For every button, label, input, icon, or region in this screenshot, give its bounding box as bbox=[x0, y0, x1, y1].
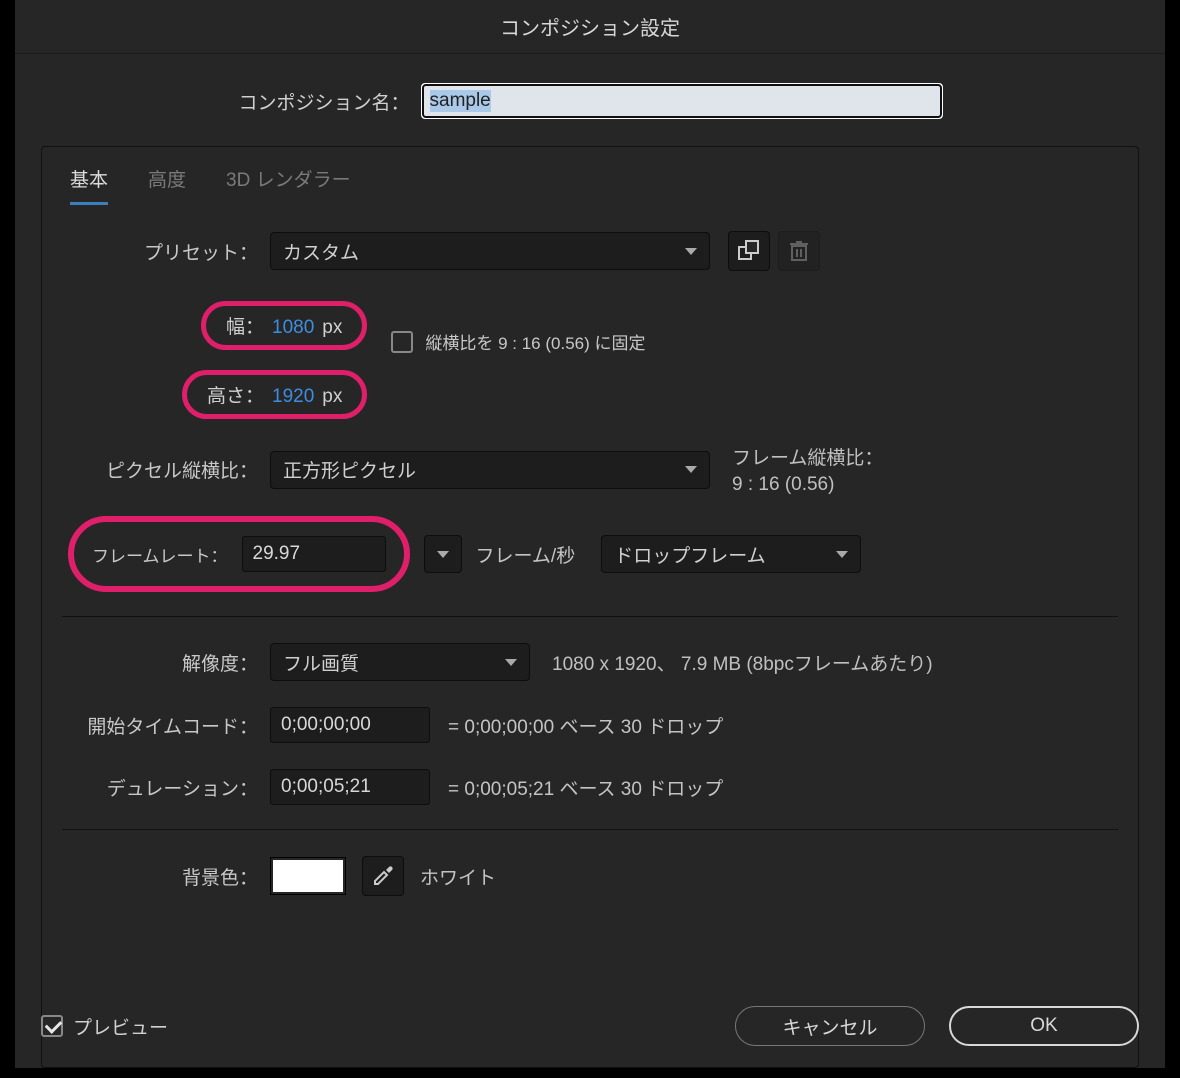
bgcolor-label: 背景色： bbox=[62, 863, 262, 890]
height-value[interactable]: 1920 bbox=[272, 386, 314, 408]
frame-aspect-info: フレーム縦横比： 9 : 16 (0.56) bbox=[732, 443, 883, 496]
dialog-footer: プレビュー キャンセル OK bbox=[41, 1006, 1139, 1046]
width-unit: px bbox=[322, 317, 342, 339]
dimensions-left: 幅： 1080 px 高さ： 1920 px bbox=[182, 301, 367, 419]
save-preset-icon bbox=[738, 240, 760, 262]
pixel-aspect-value: 正方形ピクセル bbox=[283, 456, 416, 483]
chevron-down-icon bbox=[505, 659, 517, 666]
framerate-dropdown-button[interactable] bbox=[424, 535, 462, 573]
eyedropper-icon bbox=[372, 865, 394, 887]
dropframe-value: ドロップフレーム bbox=[614, 541, 765, 568]
duration-label: デュレーション： bbox=[62, 774, 262, 801]
framerate-highlight: フレームレート： bbox=[68, 516, 410, 592]
tabs: 基本 高度 3D レンダラー bbox=[70, 165, 1118, 205]
trash-icon bbox=[790, 240, 808, 262]
delete-preset-button bbox=[778, 231, 820, 271]
preview-checkbox-row: プレビュー bbox=[41, 1013, 168, 1040]
duration-info: = 0;00;05;21 ベース 30 ドロップ bbox=[448, 774, 723, 801]
duration-input[interactable] bbox=[270, 769, 430, 805]
tab-advanced[interactable]: 高度 bbox=[148, 165, 186, 205]
preset-label: プリセット： bbox=[62, 238, 262, 265]
framerate-label: フレームレート： bbox=[92, 542, 228, 567]
height-highlight: 高さ： 1920 px bbox=[182, 370, 367, 419]
composition-name-input[interactable] bbox=[422, 84, 942, 118]
eyedropper-button[interactable] bbox=[362, 856, 404, 896]
bgcolor-row: 背景色： ホワイト bbox=[62, 856, 1118, 896]
frame-aspect-label: フレーム縦横比： bbox=[732, 443, 883, 470]
ok-button[interactable]: OK bbox=[949, 1006, 1139, 1046]
start-timecode-label: 開始タイムコード： bbox=[62, 712, 262, 739]
dimensions-block: 幅： 1080 px 高さ： 1920 px 縦横比を 9 : 16 (0.56… bbox=[62, 301, 1118, 419]
lock-aspect-label: 縦横比を 9 : 16 (0.56) に固定 bbox=[425, 329, 645, 354]
preset-select[interactable]: カスタム bbox=[270, 232, 710, 270]
start-timecode-row: 開始タイムコード： = 0;00;00;00 ベース 30 ドロップ bbox=[62, 707, 1118, 743]
framerate-row: フレームレート： フレーム/秒 ドロップフレーム bbox=[62, 516, 1118, 592]
preset-row: プリセット： カスタム bbox=[62, 231, 1118, 271]
chevron-down-icon bbox=[836, 551, 848, 558]
composition-settings-dialog: コンポジション設定 コンポジション名： 基本 高度 3D レンダラー プリセット… bbox=[15, 0, 1165, 1068]
chevron-down-icon bbox=[685, 466, 697, 473]
settings-panel: 基本 高度 3D レンダラー プリセット： カスタム bbox=[41, 146, 1139, 1068]
height-unit: px bbox=[322, 386, 342, 408]
save-preset-button[interactable] bbox=[728, 231, 770, 271]
composition-name-label: コンポジション名： bbox=[238, 88, 409, 115]
dialog-title: コンポジション設定 bbox=[15, 0, 1165, 54]
height-label: 高さ： bbox=[207, 381, 264, 408]
cancel-button[interactable]: キャンセル bbox=[735, 1006, 925, 1046]
resolution-select[interactable]: フル画質 bbox=[270, 643, 530, 681]
preview-checkbox[interactable] bbox=[41, 1015, 63, 1037]
chevron-down-icon bbox=[685, 248, 697, 255]
resolution-value: フル画質 bbox=[283, 649, 359, 676]
pixel-aspect-label: ピクセル縦横比： bbox=[62, 456, 262, 483]
pixel-aspect-row: ピクセル縦横比： 正方形ピクセル フレーム縦横比： 9 : 16 (0.56) bbox=[62, 443, 1118, 496]
resolution-label: 解像度： bbox=[62, 649, 262, 676]
divider bbox=[62, 829, 1118, 830]
width-value[interactable]: 1080 bbox=[272, 317, 314, 339]
dropframe-select[interactable]: ドロップフレーム bbox=[601, 535, 861, 573]
tab-basic[interactable]: 基本 bbox=[70, 165, 108, 205]
framerate-input[interactable] bbox=[242, 536, 386, 572]
start-timecode-info: = 0;00;00;00 ベース 30 ドロップ bbox=[448, 712, 723, 739]
resolution-info: 1080 x 1920、 7.9 MB (8bpcフレームあたり) bbox=[552, 649, 933, 676]
start-timecode-input[interactable] bbox=[270, 707, 430, 743]
chevron-down-icon bbox=[437, 551, 449, 558]
width-highlight: 幅： 1080 px bbox=[201, 301, 367, 350]
lock-aspect-row: 縦横比を 9 : 16 (0.56) に固定 bbox=[391, 329, 645, 354]
bgcolor-swatch[interactable] bbox=[270, 857, 346, 895]
divider bbox=[62, 616, 1118, 617]
bgcolor-name: ホワイト bbox=[420, 863, 496, 890]
lock-aspect-checkbox[interactable] bbox=[391, 331, 413, 353]
composition-name-row: コンポジション名： bbox=[15, 84, 1165, 118]
preview-label: プレビュー bbox=[73, 1013, 168, 1040]
resolution-row: 解像度： フル画質 1080 x 1920、 7.9 MB (8bpcフレームあ… bbox=[62, 643, 1118, 681]
duration-row: デュレーション： = 0;00;05;21 ベース 30 ドロップ bbox=[62, 769, 1118, 805]
frame-aspect-value: 9 : 16 (0.56) bbox=[732, 474, 883, 496]
frames-per-second-label: フレーム/秒 bbox=[476, 541, 576, 568]
preset-value: カスタム bbox=[283, 238, 359, 265]
tab-3d-renderer[interactable]: 3D レンダラー bbox=[226, 165, 351, 205]
pixel-aspect-select[interactable]: 正方形ピクセル bbox=[270, 451, 710, 489]
width-label: 幅： bbox=[226, 312, 264, 339]
